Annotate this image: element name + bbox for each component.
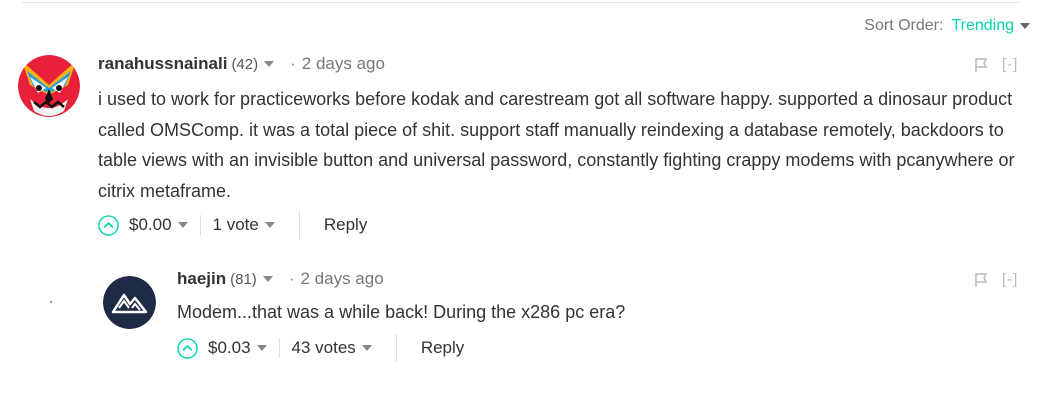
mountain-avatar-icon	[103, 276, 156, 329]
upvote-icon[interactable]	[177, 337, 198, 359]
avatar[interactable]	[103, 276, 156, 329]
timestamp-link[interactable]: 2 days ago	[302, 54, 385, 74]
chevron-down-icon[interactable]	[264, 61, 275, 67]
reply-button[interactable]: Reply	[421, 338, 464, 358]
payout-value[interactable]: $0.03	[208, 338, 251, 358]
chevron-down-icon[interactable]	[264, 222, 275, 228]
timestamp-link[interactable]: 2 days ago	[300, 269, 383, 289]
payout-value[interactable]: $0.00	[129, 215, 172, 235]
chevron-down-icon[interactable]	[361, 345, 372, 351]
comment-footer: $0.00 1 vote Reply	[98, 211, 367, 239]
divider	[199, 215, 201, 235]
flag-icon[interactable]	[974, 272, 988, 288]
collapse-button[interactable]: [-]	[1002, 271, 1018, 288]
owl-mask-avatar-icon	[18, 55, 80, 117]
sort-order-label: Sort Order:	[864, 17, 944, 34]
divider	[298, 211, 300, 239]
author-name[interactable]: haejin	[177, 269, 226, 289]
vote-count[interactable]: 43 votes	[292, 338, 356, 358]
comment-meta: ranahussnainali (42) · 2 days ago	[98, 54, 385, 74]
avatar[interactable]	[18, 55, 80, 117]
chevron-down-icon[interactable]	[1020, 23, 1030, 29]
separator-dot: ·	[288, 269, 295, 288]
comment-body: i used to work for practiceworks before …	[98, 89, 1015, 201]
flag-icon[interactable]	[974, 57, 988, 73]
comments-section: Sort Order: Trending ranahussnainali (42…	[0, 0, 1042, 403]
reply-button[interactable]: Reply	[324, 215, 367, 235]
upvote-icon[interactable]	[98, 214, 119, 236]
author-name[interactable]: ranahussnainali	[98, 54, 227, 74]
collapse-button[interactable]: [-]	[1002, 56, 1018, 73]
decorative-dot	[50, 301, 52, 303]
divider	[395, 334, 397, 362]
comment-actions: [-]	[974, 56, 1018, 73]
comment-actions: [-]	[974, 271, 1018, 288]
divider	[22, 2, 1020, 3]
comment-body: Modem...that was a while back! During th…	[177, 302, 626, 322]
sort-order-control: Sort Order: Trending	[864, 17, 1030, 35]
chevron-down-icon[interactable]	[262, 276, 273, 282]
comment-footer: $0.03 43 votes Reply	[177, 334, 464, 362]
sort-order-dropdown[interactable]: Trending	[951, 17, 1014, 35]
chevron-down-icon[interactable]	[177, 222, 188, 228]
chevron-down-icon[interactable]	[256, 345, 267, 351]
divider	[278, 338, 280, 358]
comment-meta: haejin (81) · 2 days ago	[177, 269, 384, 289]
vote-count[interactable]: 1 vote	[213, 215, 259, 235]
author-reputation: (42)	[231, 55, 259, 73]
separator-dot: ·	[290, 54, 296, 73]
author-reputation: (81)	[230, 270, 257, 288]
